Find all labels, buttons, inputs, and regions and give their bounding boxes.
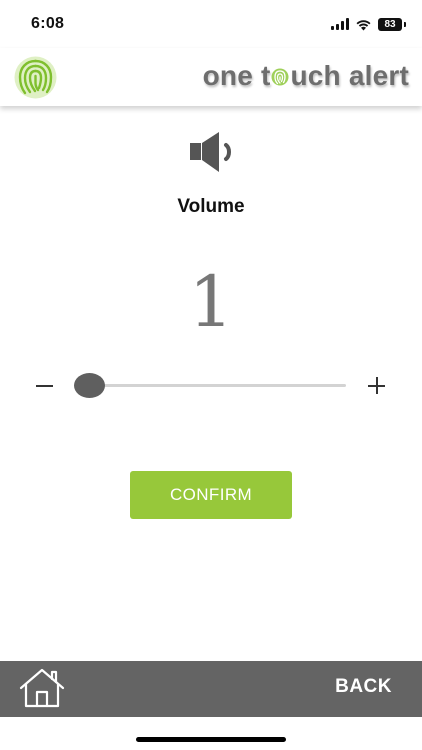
confirm-button[interactable]: CONFIRM [130, 471, 292, 519]
volume-increase-button[interactable] [362, 368, 392, 402]
signal-icon [331, 18, 349, 30]
battery-level: 83 [384, 18, 396, 30]
bottom-bar: BACK [0, 661, 422, 717]
brand-text-prefix: one t [202, 60, 271, 91]
battery-cap [404, 21, 406, 27]
volume-slider-track[interactable] [88, 384, 346, 387]
brand-name: one t uch alert [203, 60, 409, 92]
volume-label: Volume [177, 196, 245, 217]
home-icon[interactable] [18, 666, 66, 710]
status-icons: 83 [331, 17, 406, 31]
wifi-icon [356, 19, 371, 30]
volume-slider-thumb[interactable] [74, 373, 105, 398]
app-header: one t uch alert [0, 48, 422, 106]
battery-icon: 83 [378, 17, 402, 31]
back-button[interactable]: BACK [335, 676, 392, 698]
brand-text-suffix: uch alert [290, 60, 409, 91]
volume-decrease-button[interactable] [30, 368, 60, 402]
speaker-icon [190, 132, 231, 172]
volume-value: 1 [188, 261, 234, 343]
brand-fingerprint-icon [271, 68, 289, 86]
status-bar: 6:08 83 [0, 0, 422, 48]
status-time: 6:08 [31, 15, 65, 32]
home-indicator[interactable] [136, 737, 286, 742]
fingerprint-icon [14, 56, 57, 99]
